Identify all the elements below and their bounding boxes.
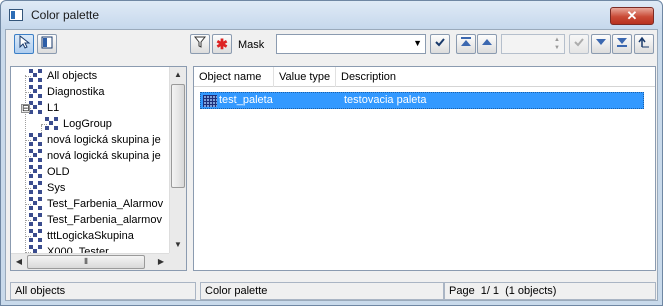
scroll-left-icon[interactable]: ◀ xyxy=(11,254,27,270)
logical-group-icon xyxy=(29,197,43,211)
filter-icon xyxy=(193,36,207,48)
go-to-page-button[interactable] xyxy=(569,34,589,54)
logical-group-icon xyxy=(29,133,43,147)
clear-filter-button[interactable]: ✱ xyxy=(212,34,232,54)
tree-item-label: Diagnostika xyxy=(47,86,105,98)
logical-group-icon xyxy=(45,117,59,131)
column-header-value-type[interactable]: Value type xyxy=(274,67,336,87)
status-object-count: (1 objects) xyxy=(505,285,557,297)
tree-item-label: OLD xyxy=(47,166,70,178)
client-area: ✱ Mask ▼ ▲ ▼ All objects Diagnostika L1 … xyxy=(5,29,658,301)
last-page-button[interactable] xyxy=(612,34,632,54)
last-page-icon xyxy=(617,38,627,47)
tree-item-label: tttLogickaSkupina xyxy=(47,230,134,242)
object-list[interactable]: Object name Value type Description test_… xyxy=(193,66,656,271)
logical-group-icon xyxy=(29,149,43,163)
tree-horizontal-scrollbar[interactable]: ◀ ⦀ ▶ xyxy=(11,253,169,270)
column-header-description[interactable]: Description xyxy=(336,67,655,87)
tree-item-label: Sys xyxy=(47,182,66,194)
logical-group-icon xyxy=(29,85,43,99)
previous-page-button[interactable] xyxy=(477,34,497,54)
spin-down-icon[interactable]: ▼ xyxy=(551,44,563,52)
scroll-up-icon[interactable]: ▲ xyxy=(170,67,186,83)
scroll-right-icon[interactable]: ▶ xyxy=(153,254,169,270)
logical-group-icon xyxy=(29,181,43,195)
first-page-button[interactable] xyxy=(456,34,476,54)
spin-up-icon[interactable]: ▲ xyxy=(551,36,563,44)
chevron-down-icon[interactable]: ▼ xyxy=(413,38,422,48)
check-icon xyxy=(435,38,445,47)
status-page-label: Page xyxy=(449,285,475,297)
apply-mask-button[interactable] xyxy=(430,34,450,54)
filter-button[interactable] xyxy=(190,34,210,54)
status-bar: All objects Color palette Page 1/ 1 (1 obj… xyxy=(10,282,656,300)
window-title: Color palette xyxy=(31,8,100,22)
status-pagination: Page 1/ 1 (1 objects) xyxy=(444,282,656,300)
book-icon xyxy=(41,36,53,49)
tree-vscroll-thumb[interactable] xyxy=(171,84,185,188)
tree-hscroll-thumb[interactable]: ⦀ xyxy=(27,255,145,269)
scroll-down-icon[interactable]: ▼ xyxy=(170,237,186,253)
tree-item-label: Test_Farbenia_Alarmov xyxy=(47,198,164,210)
mask-dropdown[interactable]: ▼ xyxy=(276,34,426,54)
object-tree[interactable]: All objects Diagnostika L1 ⊟ LogGroup nová lo… xyxy=(10,66,187,271)
table-row[interactable]: test_paleta testovacia paleta xyxy=(200,92,644,109)
down-arrow-icon xyxy=(596,39,606,45)
up-arrow-icon xyxy=(482,39,492,45)
column-header-object-name[interactable]: Object name xyxy=(194,67,274,87)
mask-label: Mask xyxy=(238,39,265,51)
row-description: testovacia paleta xyxy=(344,94,427,106)
parent-level-button[interactable] xyxy=(634,34,654,54)
logical-group-icon xyxy=(29,101,43,115)
page-spinner[interactable]: ▲ ▼ xyxy=(501,34,565,54)
logical-group-icon xyxy=(29,165,43,179)
tree-item-label: LogGroup xyxy=(63,118,112,130)
tree-item-label: nová logická skupina je xyxy=(47,150,161,162)
scroll-corner xyxy=(169,253,186,270)
color-palette-icon xyxy=(203,95,217,107)
status-page-value: 1/ 1 xyxy=(480,285,500,297)
tree-item-label: nová logická skupina je xyxy=(47,134,161,146)
list-header: Object name Value type Description xyxy=(194,67,655,87)
title-bar: Color palette ✕ xyxy=(1,1,662,29)
logical-group-icon xyxy=(29,213,43,227)
cursor-icon xyxy=(19,34,31,49)
next-page-button[interactable] xyxy=(591,34,611,54)
color-palette-window: Color palette ✕ ✱ Mask ▼ ▲ ▼ All objects… xyxy=(0,0,663,306)
tree-item-label: Test_Farbenia_alarmov xyxy=(47,214,162,226)
logical-group-icon xyxy=(29,229,43,243)
check-icon xyxy=(574,38,584,47)
first-page-icon xyxy=(461,37,471,46)
up-level-icon xyxy=(638,36,649,48)
tree-item-label: All objects xyxy=(47,70,98,82)
asterisk-icon: ✱ xyxy=(216,36,228,52)
collapse-icon[interactable]: ⊟ xyxy=(21,104,30,113)
row-object-name: test_paleta xyxy=(219,94,273,106)
select-cursor-button[interactable] xyxy=(14,34,34,54)
book-button[interactable] xyxy=(37,34,57,54)
tree-vertical-scrollbar[interactable]: ▲ ▼ xyxy=(169,67,186,253)
window-icon xyxy=(9,9,23,21)
close-button[interactable]: ✕ xyxy=(610,7,654,25)
status-scope: All objects xyxy=(10,282,196,300)
tree-item-label: L1 xyxy=(47,102,60,114)
status-object-type: Color palette xyxy=(200,282,444,300)
logical-group-icon xyxy=(29,69,43,83)
